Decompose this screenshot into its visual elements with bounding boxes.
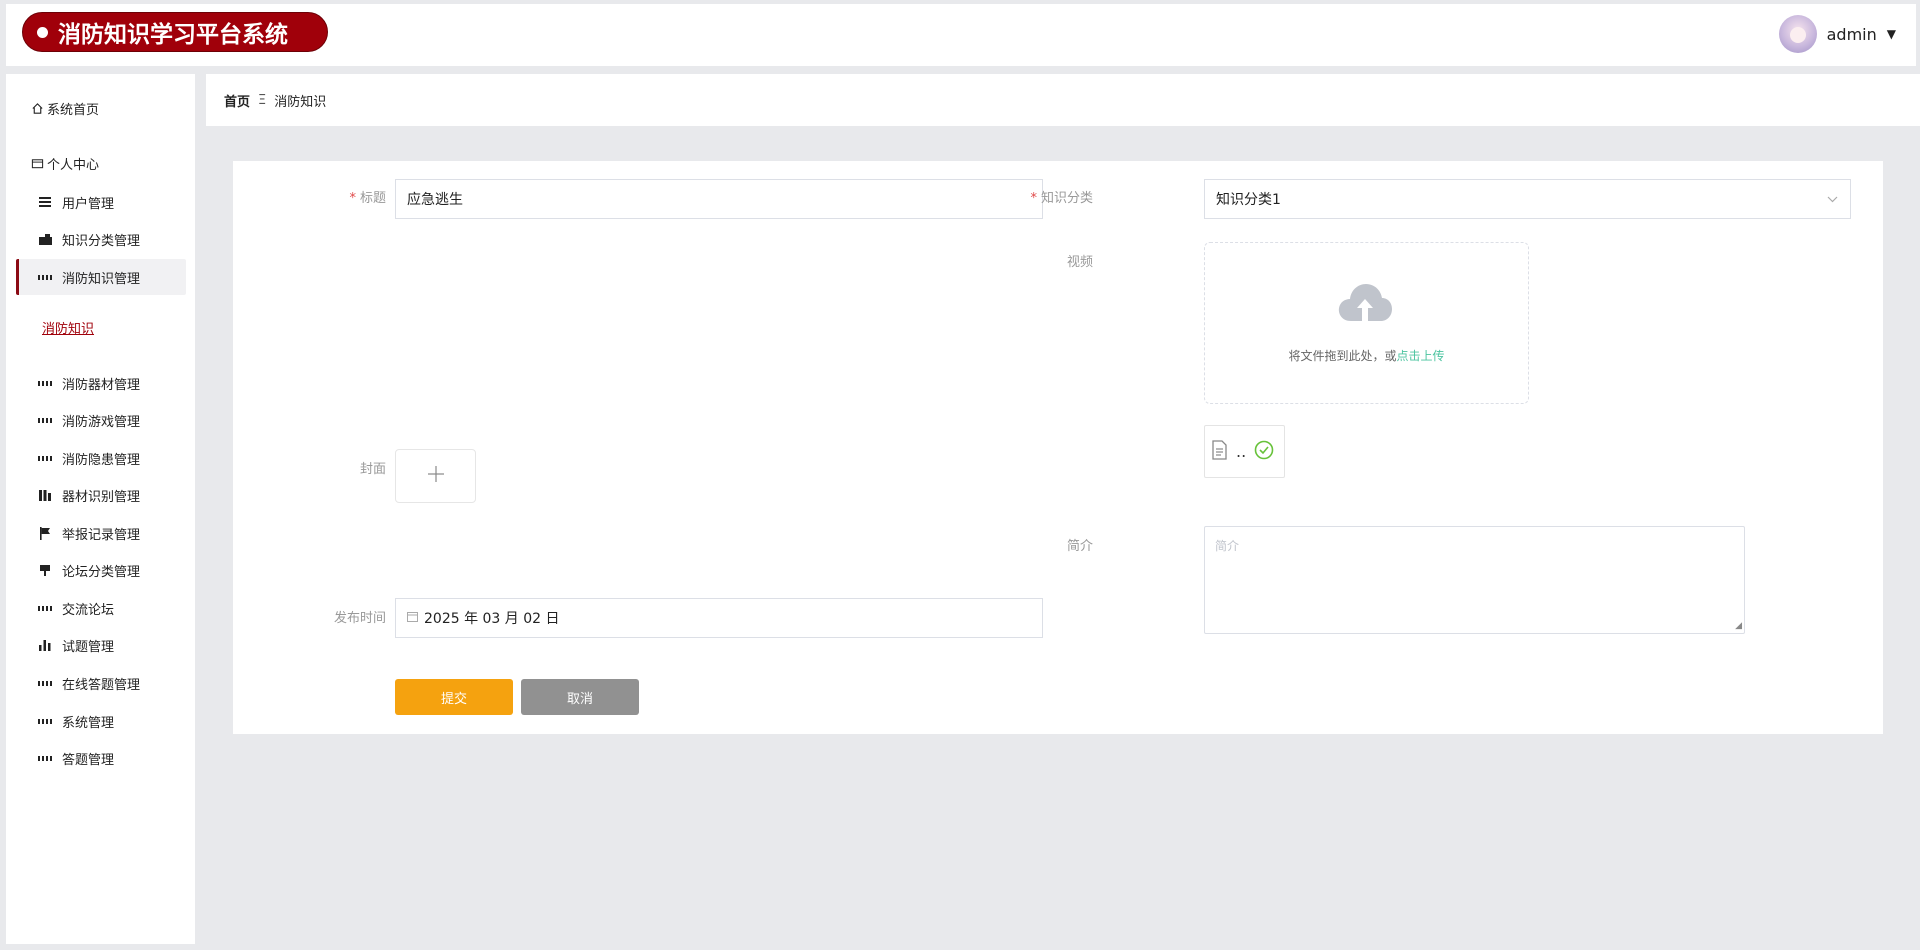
publish-time-label: 发布时间 <box>333 611 386 626</box>
card-icon <box>30 156 44 170</box>
sidebar-item-label: 消防知识管理 <box>62 271 141 287</box>
sidebar-item-label: 器材识别管理 <box>62 489 141 505</box>
breadcrumb: 首页 Ξ 消防知识 <box>206 74 1920 126</box>
intro-label: 简介 <box>1066 539 1093 554</box>
app-title: 消防知识学习平台系统 <box>58 22 288 48</box>
sidebar-item-games[interactable]: 消防游戏管理 <box>6 402 186 438</box>
sidebar-item-label: 在线答题管理 <box>62 677 141 693</box>
grid-icon <box>38 413 52 427</box>
tag-icon <box>38 563 52 577</box>
category-label: * 知识分类 <box>1030 191 1093 206</box>
sidebar-item-knowledge-category[interactable]: 知识分类管理 <box>6 221 186 257</box>
uploaded-file-item[interactable]: .. <box>1204 425 1285 478</box>
submit-button[interactable]: 提交 <box>395 679 513 715</box>
logo-dot-icon <box>37 26 48 38</box>
click-upload-link[interactable]: 点击上传 <box>1397 349 1445 363</box>
title-label: * 标题 <box>349 191 386 206</box>
calendar-icon <box>407 610 418 626</box>
sidebar-item-label: 答题管理 <box>62 752 115 768</box>
video-upload-dropzone[interactable]: 将文件拖到此处，或点击上传 <box>1204 242 1529 404</box>
sidebar-item-profile[interactable]: 个人中心 <box>6 145 186 181</box>
document-icon <box>1211 439 1228 464</box>
chart-icon <box>38 638 52 652</box>
home-icon <box>30 101 44 115</box>
cancel-button[interactable]: 取消 <box>521 679 639 715</box>
user-menu[interactable]: admin ▼ <box>1778 14 1896 54</box>
username[interactable]: admin <box>1827 25 1877 44</box>
category-value: 知识分类1 <box>1216 192 1281 208</box>
breadcrumb-current: 消防知识 <box>274 94 327 110</box>
sidebar-item-online-quiz[interactable]: 在线答题管理 <box>6 665 186 701</box>
sidebar-item-label: 用户管理 <box>62 196 115 212</box>
sidebar-item-label: 论坛分类管理 <box>62 564 141 580</box>
sidebar-item-label: 消防游戏管理 <box>62 414 141 430</box>
success-check-icon <box>1254 440 1274 464</box>
grid-icon <box>38 751 52 765</box>
folder-icon <box>38 232 52 246</box>
chevron-down-icon <box>1827 192 1838 206</box>
grid-icon <box>38 376 52 390</box>
sidebar-item-answers[interactable]: 答题管理 <box>6 740 186 776</box>
file-name: .. <box>1236 442 1247 461</box>
upload-hint: 将文件拖到此处，或点击上传 <box>1288 349 1445 363</box>
intro-textarea[interactable]: 简介 ◢ <box>1204 526 1745 634</box>
title-input[interactable]: 应急逃生 <box>395 179 1043 219</box>
sidebar-item-label: 交流论坛 <box>62 602 115 618</box>
sidebar-item-label: 个人中心 <box>47 157 100 173</box>
sidebar-item-forum[interactable]: 交流论坛 <box>6 590 186 626</box>
category-select[interactable]: 知识分类1 <box>1204 179 1851 219</box>
sidebar-item-label: 消防知识 <box>42 321 95 337</box>
grid-icon <box>38 451 52 465</box>
publish-date-value: 2025 年 03 月 02 日 <box>424 611 560 627</box>
intro-placeholder: 简介 <box>1215 539 1240 553</box>
sidebar-item-label: 举报记录管理 <box>62 527 141 543</box>
sidebar-item-hazards[interactable]: 消防隐患管理 <box>6 440 186 476</box>
resize-handle-icon[interactable]: ◢ <box>1735 621 1742 631</box>
flag-icon <box>38 526 52 540</box>
grid-icon <box>38 270 52 284</box>
upload-cloud-icon <box>1337 281 1393 329</box>
sidebar-item-questions[interactable]: 试题管理 <box>6 627 186 663</box>
grid-icon <box>38 601 52 615</box>
sidebar-item-equipment[interactable]: 消防器材管理 <box>6 365 186 401</box>
sidebar-item-home[interactable]: 系统首页 <box>6 90 186 126</box>
list-icon <box>38 195 52 209</box>
sidebar-item-forum-category[interactable]: 论坛分类管理 <box>6 552 186 588</box>
sidebar-item-users[interactable]: 用户管理 <box>6 184 186 220</box>
sidebar-item-label: 消防隐患管理 <box>62 452 141 468</box>
plus-icon <box>426 461 446 491</box>
sidebar-subitem-fire-knowledge[interactable]: 消防知识 <box>6 309 186 345</box>
sidebar-item-label: 消防器材管理 <box>62 377 141 393</box>
sidebar-item-label: 知识分类管理 <box>62 233 141 249</box>
app-logo: 消防知识学习平台系统 <box>22 12 328 52</box>
cover-upload-button[interactable] <box>395 449 476 503</box>
sidebar-item-reports[interactable]: 举报记录管理 <box>6 515 186 551</box>
sidebar-item-fire-knowledge-manage[interactable]: 消防知识管理 <box>16 259 186 295</box>
avatar[interactable] <box>1778 15 1817 53</box>
grid-icon <box>38 676 52 690</box>
bars-icon <box>38 488 52 502</box>
sidebar-item-system[interactable]: 系统管理 <box>6 703 186 739</box>
form-card: * 标题 应急逃生 * 知识分类 知识分类1 视频 将文件拖到此处，或点击上传 ..… <box>233 161 1883 734</box>
grid-icon <box>38 714 52 728</box>
sidebar-item-label: 系统首页 <box>47 102 100 118</box>
caret-down-icon[interactable]: ▼ <box>1887 27 1896 41</box>
breadcrumb-home[interactable]: 首页 <box>224 91 250 110</box>
sidebar: 系统首页 个人中心 用户管理 知识分类管理 消防知识管理 消防知识 消防器材管理… <box>6 74 195 944</box>
top-header: 消防知识学习平台系统 admin ▼ <box>6 4 1916 66</box>
sidebar-item-label: 系统管理 <box>62 715 115 731</box>
cover-label: 封面 <box>359 462 386 477</box>
sidebar-item-label: 试题管理 <box>62 639 115 655</box>
breadcrumb-separator: Ξ <box>258 92 267 108</box>
sidebar-item-equipment-recognition[interactable]: 器材识别管理 <box>6 477 186 513</box>
video-label: 视频 <box>1066 255 1093 270</box>
publish-date-picker[interactable]: 2025 年 03 月 02 日 <box>395 598 1043 638</box>
